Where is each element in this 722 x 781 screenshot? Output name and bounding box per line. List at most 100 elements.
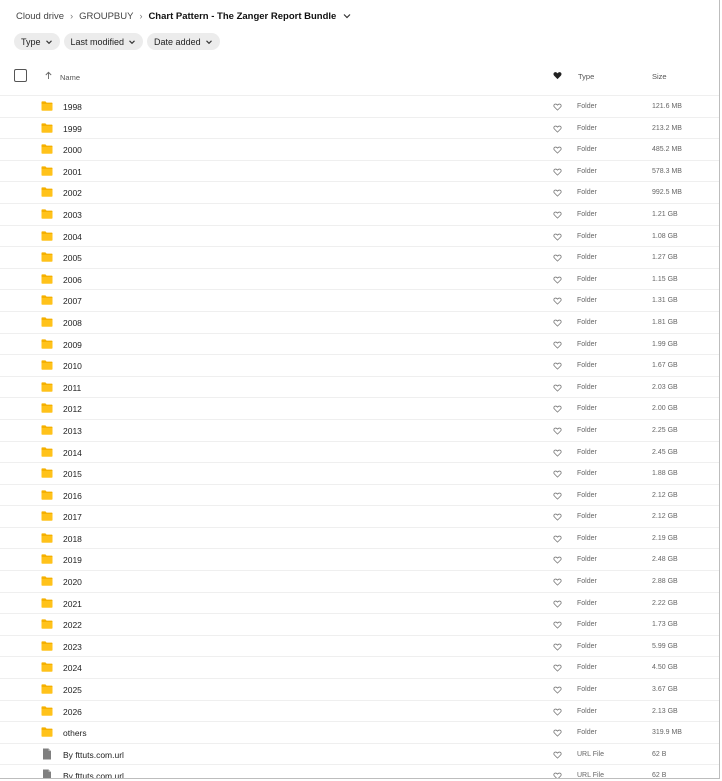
heart-icon[interactable] [553, 71, 562, 80]
table-row[interactable]: 2018 Folder 2.19 GB [0, 526, 719, 549]
table-row[interactable]: 2017 Folder 2.12 GB [0, 505, 719, 527]
table-row[interactable]: 2002 Folder 992.5 MB [0, 181, 719, 203]
table-row[interactable]: 2010 Folder 1.67 GB [0, 354, 719, 376]
table-row[interactable]: 2011 Folder 2.03 GB [0, 375, 719, 398]
table-row[interactable]: By fttuts.com.url URL File 62 B [0, 742, 719, 765]
heart-icon[interactable] [553, 427, 562, 435]
item-name[interactable]: By fttuts.com.url [63, 771, 124, 778]
item-name[interactable]: 2016 [63, 491, 82, 501]
item-name[interactable]: 1999 [63, 124, 82, 134]
item-name[interactable]: 1998 [63, 102, 82, 112]
table-row[interactable]: 2020 Folder 2.88 GB [0, 570, 719, 592]
item-name[interactable]: 2019 [63, 555, 82, 565]
table-row[interactable]: 1998 Folder 121.6 MB [0, 95, 719, 117]
table-row[interactable]: 2007 Folder 1.31 GB [0, 289, 719, 311]
table-row[interactable]: 2009 Folder 1.99 GB [0, 332, 719, 355]
heart-icon[interactable] [553, 556, 562, 565]
item-name[interactable]: 2017 [63, 512, 82, 522]
item-name[interactable]: 2011 [63, 383, 81, 393]
table-row[interactable]: others Folder 319.9 MB [0, 721, 719, 743]
table-row[interactable]: 2022 Folder 1.73 GB [0, 613, 719, 635]
table-row[interactable]: 2015 Folder 1.88 GB [0, 462, 719, 484]
filter-type[interactable]: Type [14, 33, 60, 50]
heart-icon[interactable] [553, 341, 562, 349]
heart-icon[interactable] [553, 146, 562, 154]
heart-icon[interactable] [553, 103, 562, 111]
heart-icon[interactable] [553, 276, 562, 284]
heart-icon[interactable] [553, 492, 562, 500]
item-name[interactable]: 2022 [63, 620, 82, 630]
table-row[interactable]: 2019 Folder 2.48 GB [0, 548, 719, 570]
heart-icon[interactable] [553, 319, 562, 327]
heart-icon[interactable] [553, 772, 562, 779]
item-name[interactable]: 2004 [63, 232, 82, 242]
heart-icon[interactable] [553, 621, 562, 629]
table-row[interactable]: 2023 Folder 5.99 GB [0, 634, 719, 657]
item-name[interactable]: 2009 [63, 340, 82, 350]
chevron-down-icon[interactable] [342, 11, 352, 21]
item-name[interactable]: 2001 [63, 167, 82, 177]
table-row[interactable]: 2013 Folder 2.25 GB [0, 418, 719, 441]
arrow-up-icon[interactable] [44, 71, 53, 80]
item-name[interactable]: 2018 [63, 534, 82, 544]
column-name-header[interactable]: Name [60, 73, 80, 82]
item-name[interactable]: 2021 [63, 599, 82, 609]
heart-icon[interactable] [553, 751, 562, 759]
heart-icon[interactable] [553, 578, 562, 586]
item-name[interactable]: By fttuts.com.url [63, 750, 124, 760]
heart-icon[interactable] [553, 513, 562, 521]
item-name[interactable]: 2003 [63, 210, 82, 220]
heart-icon[interactable] [553, 168, 562, 176]
item-name[interactable]: 2013 [63, 426, 82, 436]
item-name[interactable]: 2014 [63, 448, 82, 458]
select-all-checkbox[interactable] [14, 69, 27, 82]
item-name[interactable]: 2006 [63, 275, 82, 285]
table-row[interactable]: 2014 Folder 2.45 GB [0, 440, 719, 463]
heart-icon[interactable] [553, 535, 562, 543]
heart-icon[interactable] [553, 125, 562, 133]
heart-icon[interactable] [553, 708, 562, 716]
table-row[interactable]: By fttuts.com.url URL File 62 B [0, 764, 719, 779]
heart-icon[interactable] [553, 643, 562, 651]
heart-icon[interactable] [553, 233, 562, 241]
heart-icon[interactable] [553, 384, 562, 392]
item-name[interactable]: 2025 [63, 685, 82, 695]
item-name[interactable]: 2012 [63, 404, 82, 414]
item-name[interactable]: 2026 [63, 707, 82, 717]
heart-icon[interactable] [553, 211, 562, 219]
column-size-header[interactable]: Size [652, 72, 667, 81]
heart-icon[interactable] [553, 405, 562, 413]
table-row[interactable]: 2001 Folder 578.3 MB [0, 159, 719, 182]
item-name[interactable]: 2010 [63, 361, 82, 371]
table-row[interactable]: 2003 Folder 1.21 GB [0, 202, 719, 225]
heart-icon[interactable] [553, 470, 562, 478]
heart-icon[interactable] [553, 729, 562, 737]
table-row[interactable]: 2025 Folder 3.67 GB [0, 678, 719, 700]
item-name[interactable]: 2005 [63, 253, 82, 263]
table-row[interactable]: 2006 Folder 1.15 GB [0, 267, 719, 290]
table-row[interactable]: 2005 Folder 1.27 GB [0, 246, 719, 268]
table-row[interactable]: 2012 Folder 2.00 GB [0, 397, 719, 419]
heart-icon[interactable] [553, 664, 562, 673]
item-name[interactable]: 2000 [63, 145, 82, 155]
item-name[interactable]: 2015 [63, 469, 82, 479]
heart-icon[interactable] [553, 686, 562, 694]
table-row[interactable]: 2000 Folder 485.2 MB [0, 138, 719, 160]
item-name[interactable]: 2023 [63, 642, 82, 652]
filter-date-added[interactable]: Date added [147, 33, 220, 50]
breadcrumb-parent[interactable]: GROUPBUY [79, 11, 133, 22]
table-row[interactable]: 2024 Folder 4.50 GB [0, 656, 719, 678]
breadcrumb-current[interactable]: Chart Pattern - The Zanger Report Bundle [148, 11, 336, 22]
breadcrumb-root[interactable]: Cloud drive [16, 11, 64, 22]
item-name[interactable]: 2007 [63, 296, 82, 306]
table-row[interactable]: 2026 Folder 2.13 GB [0, 699, 719, 722]
table-row[interactable]: 1999 Folder 213.2 MB [0, 116, 719, 139]
item-name[interactable]: 2008 [63, 318, 82, 328]
item-name[interactable]: others [63, 728, 87, 738]
filter-last-modified[interactable]: Last modified [63, 33, 144, 50]
item-name[interactable]: 2020 [63, 577, 82, 587]
item-name[interactable]: 2024 [63, 663, 82, 673]
table-row[interactable]: 2008 Folder 1.81 GB [0, 310, 719, 333]
column-type-header[interactable]: Type [578, 72, 594, 81]
heart-icon[interactable] [553, 600, 562, 608]
